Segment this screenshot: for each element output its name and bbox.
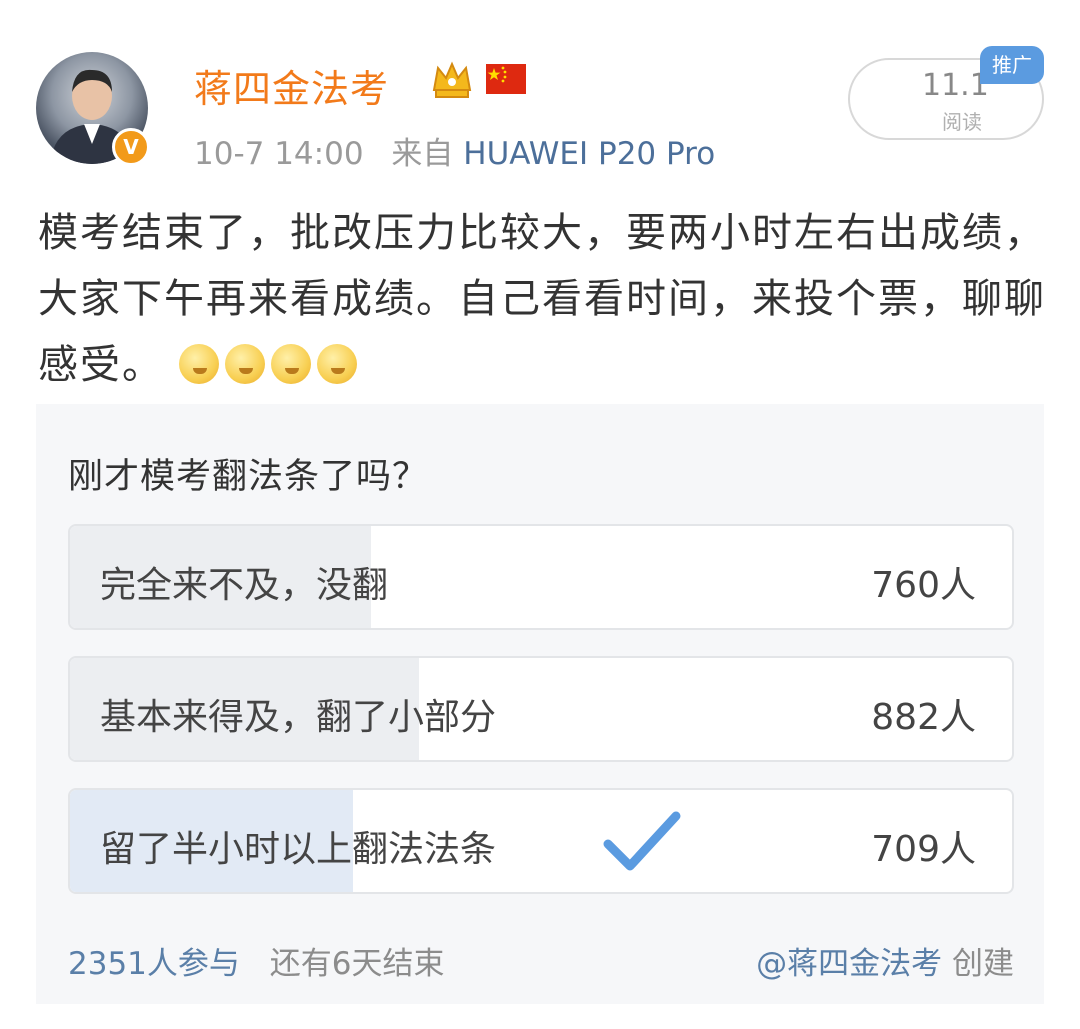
post-source[interactable]: HUAWEI P20 Pro [463,136,715,172]
read-label: 阅读 [942,110,982,134]
emoji-icon [270,344,311,384]
check-icon [603,811,681,871]
poll-creator-handle[interactable]: @蒋四金法考 [756,946,942,982]
crown-icon [432,61,472,98]
china-flag-icon [486,64,526,94]
emoji-icon [316,344,357,384]
post-time: 10-7 14:00 [194,136,364,172]
author-name[interactable]: 蒋四金法考 [194,58,389,113]
poll-option-count: 882人 [871,697,976,738]
poll-option-label: 基本来得及，翻了小部分 [100,697,497,738]
poll-option-selected[interactable]: 留了半小时以上翻法法条 709人 [68,788,1014,894]
poll-option[interactable]: 完全来不及，没翻 760人 [68,524,1014,630]
poll-creator-suffix: 创建 [952,946,1014,982]
emoji-icon [224,344,265,384]
poll-option-label: 完全来不及，没翻 [100,565,389,606]
read-count: 11.1 [922,68,989,103]
poll-option-count: 709人 [871,829,976,870]
post-meta: 10-7 14:00 来自 HUAWEI P20 Pro [194,128,715,173]
poll-participants: 2351人参与 [68,946,240,982]
poll-option-count: 760人 [871,565,976,606]
poll-footer: 2351人参与 还有6天结束 [68,938,445,983]
poll-question: 刚才模考翻法条了吗？ [68,457,429,497]
poll-remaining: 还有6天结束 [269,946,445,982]
poll-option[interactable]: 基本来得及，翻了小部分 882人 [68,656,1014,762]
post-header: V 蒋四金法考 10-7 14:00 来自 HUAWEI P20 Pro 11.… [0,0,1080,190]
verified-badge-icon: V [112,128,150,166]
source-prefix: 来自 [391,136,454,172]
emoji-icon [178,344,219,384]
promo-tag[interactable]: 推广 [980,46,1044,84]
poll-creator: @蒋四金法考 创建 [756,938,1014,983]
poll-card: 刚才模考翻法条了吗？ 完全来不及，没翻 760人 基本来得及，翻了小部分 882… [36,404,1044,1004]
poll-option-label: 留了半小时以上翻法法条 [100,829,497,870]
post-body: 模考结束了，批改压力比较大，要两小时左右出成绩，大家下午再来看成绩。自己看看时间… [38,200,1048,398]
